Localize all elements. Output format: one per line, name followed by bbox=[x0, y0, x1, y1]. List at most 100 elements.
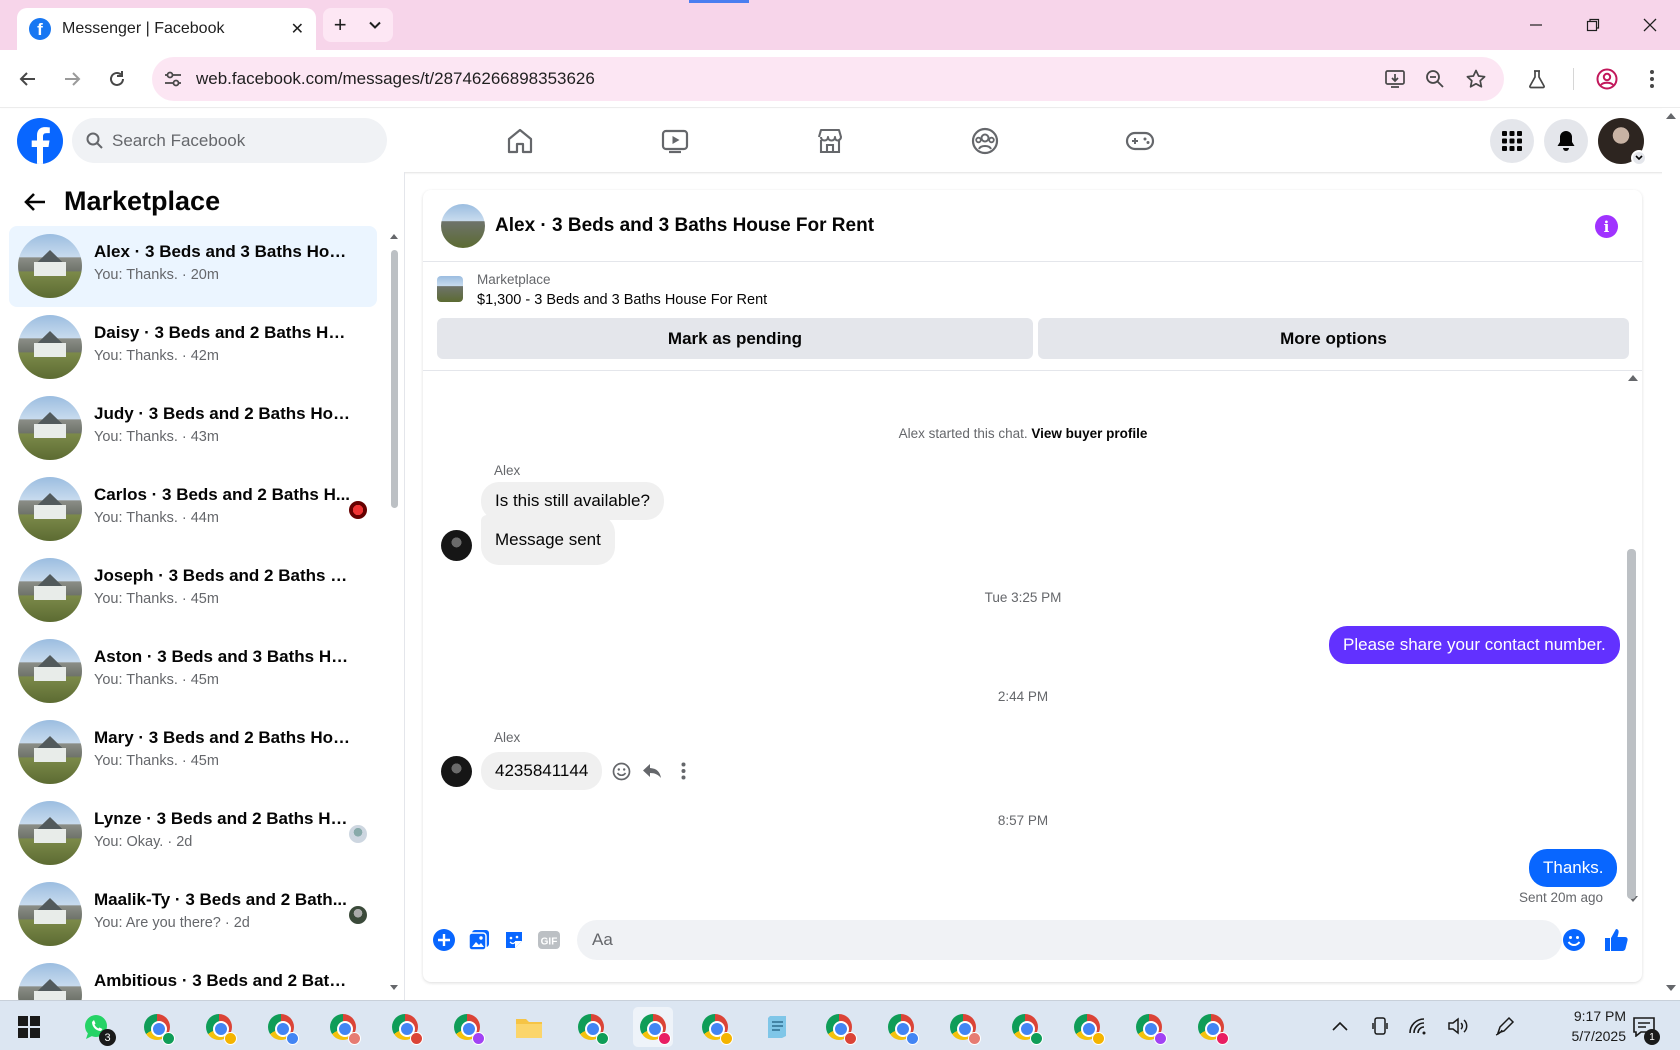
install-app-icon[interactable] bbox=[1383, 67, 1407, 91]
chrome-profile-icon[interactable] bbox=[695, 1007, 735, 1047]
chrome-profile-icon[interactable] bbox=[447, 1007, 487, 1047]
account-avatar[interactable] bbox=[1598, 118, 1647, 166]
conversation-item[interactable]: Alex · 3 Beds and 3 Baths House... You: … bbox=[9, 226, 377, 307]
conversation-item[interactable]: Maalik-Ty · 3 Beds and 2 Bath... You: Ar… bbox=[9, 874, 377, 955]
system-clock[interactable]: 9:17 PM 5/7/2025 bbox=[1538, 1006, 1627, 1046]
chrome-profile-icon[interactable] bbox=[1005, 1007, 1045, 1047]
minimize-window-icon[interactable] bbox=[1519, 8, 1553, 42]
chat-title[interactable]: Alex · 3 Beds and 3 Baths House For Rent bbox=[495, 215, 874, 237]
conversation-item[interactable]: Ambitious · 3 Beds and 2 Baths ... bbox=[9, 955, 377, 1000]
gif-icon[interactable]: GIF bbox=[536, 927, 562, 953]
more-options-button[interactable]: More options bbox=[1038, 318, 1629, 359]
tab-search-chevron-icon[interactable] bbox=[368, 18, 382, 32]
browser-tab-messenger[interactable]: f Messenger | Facebook ✕ bbox=[17, 8, 316, 50]
browser-menu-icon[interactable] bbox=[1637, 64, 1667, 94]
sender-avatar[interactable] bbox=[441, 530, 472, 561]
restore-window-icon[interactable] bbox=[1576, 8, 1610, 42]
volume-icon[interactable] bbox=[1448, 1015, 1470, 1037]
info-icon[interactable]: i bbox=[1595, 215, 1618, 238]
search-facebook[interactable]: Search Facebook bbox=[72, 118, 387, 163]
conversation-name: Judy · 3 Beds and 2 Baths Hous... bbox=[94, 404, 352, 423]
chrome-icon[interactable] bbox=[137, 1007, 177, 1047]
conversation-item[interactable]: Joseph · 3 Beds and 2 Baths Ho... You: T… bbox=[9, 550, 377, 631]
conversation-item[interactable]: Judy · 3 Beds and 2 Baths Hous... You: T… bbox=[9, 388, 377, 469]
labs-flask-icon[interactable] bbox=[1522, 64, 1552, 94]
thumbs-up-icon[interactable] bbox=[1603, 927, 1629, 953]
pen-icon[interactable] bbox=[1494, 1015, 1516, 1037]
chat-listing-avatar[interactable] bbox=[441, 204, 485, 248]
file-explorer-icon[interactable] bbox=[509, 1007, 549, 1047]
incoming-message[interactable]: Message sent bbox=[481, 515, 615, 565]
site-settings-icon[interactable] bbox=[161, 67, 185, 91]
sticker-icon[interactable] bbox=[501, 927, 527, 953]
outgoing-message[interactable]: Thanks. bbox=[1529, 849, 1618, 887]
chrome-profile-icon[interactable] bbox=[1191, 1007, 1231, 1047]
conversation-preview: You: Okay. · 2d bbox=[94, 834, 193, 850]
sidebar-scroll-thumb[interactable] bbox=[391, 250, 398, 508]
chrome-profile-icon[interactable] bbox=[261, 1007, 301, 1047]
wifi-icon[interactable] bbox=[1407, 1015, 1429, 1037]
chrome-profile-icon[interactable] bbox=[323, 1007, 363, 1047]
reload-icon[interactable] bbox=[102, 64, 132, 94]
mark-as-pending-button[interactable]: Mark as pending bbox=[437, 318, 1033, 359]
show-hidden-icons-icon[interactable] bbox=[1329, 1015, 1351, 1037]
chrome-profile-icon[interactable] bbox=[881, 1007, 921, 1047]
react-emoji-icon[interactable] bbox=[609, 759, 633, 783]
back-arrow-icon[interactable] bbox=[13, 64, 43, 94]
device-icon[interactable] bbox=[1369, 1015, 1391, 1037]
listing-thumbnail bbox=[18, 558, 82, 622]
home-icon[interactable] bbox=[500, 121, 540, 161]
close-window-icon[interactable] bbox=[1633, 8, 1667, 42]
facebook-logo-icon[interactable] bbox=[17, 118, 63, 164]
close-tab-icon[interactable]: ✕ bbox=[291, 19, 304, 39]
view-buyer-profile-link[interactable]: View buyer profile bbox=[1031, 426, 1147, 441]
conversation-item[interactable]: Lynze · 3 Beds and 2 Baths Ho... You: Ok… bbox=[9, 793, 377, 874]
chrome-profile-icon[interactable] bbox=[1129, 1007, 1169, 1047]
listing-thumbnail bbox=[18, 234, 82, 298]
url-text[interactable]: web.facebook.com/messages/t/287462668983… bbox=[196, 69, 595, 89]
gaming-icon[interactable] bbox=[1120, 121, 1160, 161]
profile-icon[interactable] bbox=[1592, 64, 1622, 94]
sender-avatar[interactable] bbox=[441, 756, 472, 787]
chrome-profile-icon[interactable] bbox=[385, 1007, 425, 1047]
address-bar[interactable]: web.facebook.com/messages/t/287462668983… bbox=[152, 57, 1504, 101]
notepad-icon[interactable] bbox=[757, 1007, 797, 1047]
conversation-name: Aston · 3 Beds and 3 Baths Hou... bbox=[94, 647, 352, 666]
conversation-item[interactable]: Daisy · 3 Beds and 2 Baths Hous... You: … bbox=[9, 307, 377, 388]
conversation-item[interactable]: Aston · 3 Beds and 3 Baths Hou... You: T… bbox=[9, 631, 377, 712]
more-actions-icon[interactable] bbox=[671, 759, 695, 783]
chat-scroll-thumb[interactable] bbox=[1627, 549, 1636, 899]
notifications-bell-icon[interactable] bbox=[1544, 119, 1588, 163]
zoom-icon[interactable] bbox=[1423, 67, 1447, 91]
chrome-profile-icon[interactable] bbox=[1067, 1007, 1107, 1047]
sidebar-title: Marketplace bbox=[64, 186, 221, 216]
conversation-name: Mary · 3 Beds and 2 Baths Hous... bbox=[94, 728, 352, 747]
marketplace-icon[interactable] bbox=[810, 121, 850, 161]
clock-date: 5/7/2025 bbox=[1571, 1028, 1627, 1044]
conversation-item[interactable]: Carlos · 3 Beds and 2 Baths H... You: Th… bbox=[9, 469, 377, 550]
groups-icon[interactable] bbox=[965, 121, 1005, 161]
message-input[interactable] bbox=[577, 920, 1562, 960]
notification-center-icon[interactable]: 1 bbox=[1626, 1011, 1662, 1045]
conversation-item[interactable]: Mary · 3 Beds and 2 Baths Hous... You: T… bbox=[9, 712, 377, 793]
start-windows-icon[interactable] bbox=[9, 1007, 49, 1047]
chrome-profile-icon[interactable] bbox=[571, 1007, 611, 1047]
photo-icon[interactable] bbox=[466, 927, 492, 953]
bookmark-star-icon[interactable] bbox=[1464, 67, 1488, 91]
chrome-profile-icon[interactable] bbox=[943, 1007, 983, 1047]
video-icon[interactable] bbox=[655, 121, 695, 161]
emoji-icon[interactable] bbox=[1561, 927, 1587, 953]
whatsapp-icon[interactable]: 3 bbox=[76, 1007, 116, 1047]
page-scrollbar[interactable] bbox=[1662, 108, 1680, 1000]
chrome-profile-icon[interactable] bbox=[819, 1007, 859, 1047]
add-attachment-icon[interactable] bbox=[431, 927, 457, 953]
outgoing-message[interactable]: Please share your contact number. bbox=[1329, 626, 1620, 664]
reply-icon[interactable] bbox=[640, 759, 664, 783]
menu-grid-icon[interactable] bbox=[1490, 119, 1534, 163]
forward-arrow-icon[interactable] bbox=[57, 64, 87, 94]
new-tab-icon[interactable]: + bbox=[334, 14, 347, 36]
chrome-profile-icon[interactable] bbox=[199, 1007, 239, 1047]
back-arrow-icon[interactable] bbox=[24, 192, 46, 212]
incoming-message[interactable]: 4235841144 bbox=[481, 752, 603, 790]
chrome-profile-icon[interactable] bbox=[633, 1007, 673, 1047]
